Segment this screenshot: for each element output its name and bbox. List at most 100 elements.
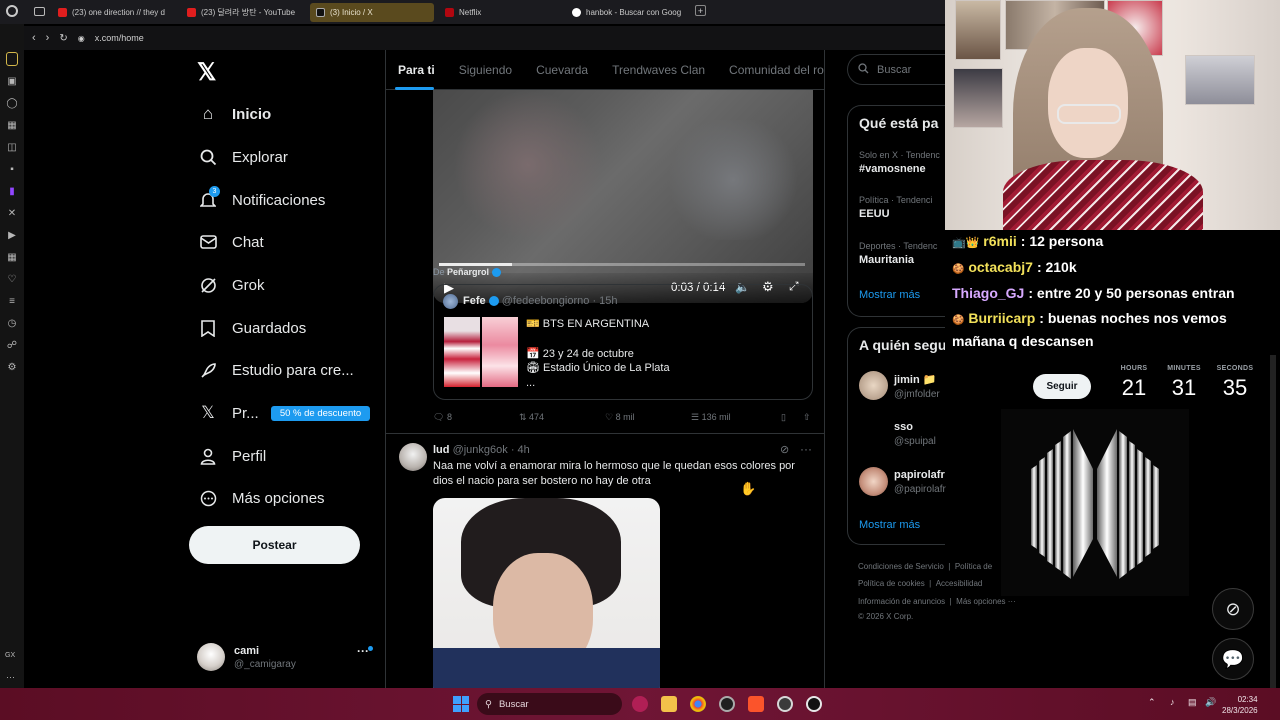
source-name[interactable]: Peñargrol [447, 267, 489, 277]
pin-icon[interactable]: ≡ [6, 294, 18, 308]
crypto-wallet-icon[interactable]: ◫ [6, 140, 18, 154]
taskbar-search[interactable]: ⚲ Buscar [477, 693, 622, 715]
tab-cuevarda[interactable]: Cuevarda [536, 63, 588, 77]
twitch-icon[interactable]: ▮ [6, 184, 18, 198]
tweet-author-name[interactable]: lud [433, 444, 450, 456]
layers-icon[interactable]: ▦ [6, 118, 18, 132]
workspace-icon[interactable] [6, 52, 18, 66]
premium-discount-badge[interactable]: 50 % de descuento [271, 406, 370, 421]
quoted-tweet[interactable]: Fefe @fedeebongiorno · 15h 🎫 BTS EN ARGE… [433, 284, 813, 400]
footer-link[interactable]: Condiciones de Servicio [858, 562, 944, 571]
nav-item-profile[interactable]: Perfil [198, 442, 266, 470]
tab-comunidad[interactable]: Comunidad del rocke [729, 63, 824, 77]
tab-trendwaves-clan[interactable]: Trendwaves Clan [612, 63, 705, 77]
footer-link[interactable]: Política de cookies [858, 579, 925, 588]
x-logo-icon[interactable]: 𝕏 [197, 58, 216, 87]
file-explorer-icon[interactable] [661, 696, 677, 712]
nav-item-creator-studio[interactable]: Estudio para cre... [198, 356, 354, 384]
aria-icon[interactable]: ◯ [6, 96, 18, 110]
views-stat[interactable]: ☰ 136 mil [691, 412, 781, 423]
reply-button[interactable]: 🗨 8 [433, 412, 519, 423]
avatar[interactable] [399, 443, 427, 471]
tweet-image[interactable] [433, 498, 660, 688]
x-icon[interactable]: ✕ [6, 206, 18, 220]
microphone-icon[interactable]: ♪ [1170, 697, 1175, 707]
gamepad-icon[interactable]: ▣ [6, 74, 18, 88]
opera-logo-icon[interactable] [6, 5, 18, 17]
new-tab-button[interactable]: + [695, 5, 706, 16]
brave-icon[interactable] [748, 696, 764, 712]
volume-icon[interactable]: 🔊 [1205, 697, 1216, 708]
browser-tab[interactable]: (23) one direction // they d [52, 3, 176, 22]
grok-icon[interactable]: ⊘ [780, 443, 789, 456]
app-icon[interactable] [777, 696, 793, 712]
scrollbar-track[interactable] [1270, 355, 1276, 688]
follow-name[interactable]: jimin 📁 [894, 373, 940, 386]
trend-item[interactable]: Deportes · Tendenc Mauritania [859, 241, 937, 266]
nav-item-explore[interactable]: Explorar [198, 143, 288, 171]
account-more-icon[interactable]: ··· [357, 644, 369, 658]
repost-button[interactable]: ⇅ 474 [519, 412, 605, 423]
browser-tab[interactable]: hanbok - Buscar con Goog [566, 3, 690, 22]
nav-item-grok[interactable]: Grok [198, 271, 265, 299]
obs-icon[interactable] [719, 696, 735, 712]
music-icon[interactable]: ▪ [6, 162, 18, 176]
trend-item[interactable]: Política · Tendenci EEUU [859, 195, 932, 220]
tab-overview-icon[interactable] [34, 7, 45, 16]
account-switcher[interactable]: cami @_camigaray [197, 639, 377, 675]
tab-para-ti[interactable]: Para ti [398, 63, 435, 77]
start-icon[interactable] [453, 696, 469, 712]
search-input[interactable]: Buscar [847, 54, 945, 85]
grok-floating-icon[interactable]: ⊘ [1212, 588, 1254, 630]
nav-item-home[interactable]: ⌂ Inicio [198, 100, 271, 128]
apps-icon[interactable]: ▦ [6, 250, 18, 264]
tweet-author-handle[interactable]: @junkg6ok [453, 444, 508, 456]
post-button[interactable]: Postear [189, 526, 360, 564]
footer-link[interactable]: Accesibilidad [936, 579, 983, 588]
tweet-more-icon[interactable]: ··· [800, 442, 812, 456]
follow-button[interactable]: Seguir [1033, 374, 1091, 399]
back-icon[interactable]: ‹ [32, 32, 36, 44]
settings-icon[interactable]: ⚙ [6, 360, 18, 374]
system-clock[interactable]: 02:34 28/3/2026 [1222, 694, 1258, 716]
trend-item[interactable]: Solo en X · Tendenc #vamosnene [859, 150, 940, 175]
reload-icon[interactable]: ↻ [59, 33, 67, 44]
footer-link[interactable]: Información de anuncios [858, 597, 945, 606]
extensions-icon[interactable]: ☍ [6, 338, 18, 352]
nav-item-bookmarks[interactable]: Guardados [198, 314, 306, 342]
url-field[interactable]: x.com/home [95, 33, 144, 43]
bookmark-icon[interactable]: ▯ [781, 412, 803, 423]
chat-bubble-icon[interactable]: 💬 [1212, 638, 1254, 680]
heart-icon[interactable]: ♡ [6, 272, 18, 286]
follow-show-more[interactable]: Mostrar más [859, 519, 920, 531]
browser-tab-active[interactable]: (3) Inicio / X [310, 3, 434, 22]
player-icon[interactable]: ▶ [6, 228, 18, 242]
browser-tab[interactable]: (23) 달려라 방탄 - YouTube [181, 3, 305, 22]
quote-image[interactable] [444, 317, 480, 387]
nav-item-more[interactable]: Más opciones [198, 484, 325, 512]
tab-siguiendo[interactable]: Siguiendo [459, 63, 512, 77]
avatar[interactable] [859, 467, 888, 496]
footer-link[interactable]: Política de [955, 562, 992, 571]
chrome-icon[interactable] [690, 696, 706, 712]
browser-tab[interactable]: Netflix [439, 3, 563, 22]
wifi-icon[interactable]: ▤ [1188, 697, 1197, 708]
follow-name[interactable]: sso [894, 421, 936, 433]
history-icon[interactable]: ◷ [6, 316, 18, 330]
nav-item-chat[interactable]: Chat [198, 228, 264, 256]
avatar[interactable] [859, 371, 888, 400]
follow-name[interactable]: papirolafr [894, 469, 946, 481]
gx-icon[interactable]: GX [5, 652, 15, 659]
nav-item-premium[interactable]: 𝕏 Pr... [198, 399, 259, 427]
app-icon[interactable] [806, 696, 822, 712]
share-icon[interactable]: ⇧ [803, 412, 811, 423]
forward-icon[interactable]: › [46, 32, 50, 44]
footer-link[interactable]: Más opciones ··· [956, 597, 1016, 606]
tray-chevron-icon[interactable]: ⌃ [1148, 697, 1156, 708]
quote-image[interactable] [482, 317, 518, 387]
copilot-icon[interactable] [632, 696, 648, 712]
more-icon[interactable]: ··· [6, 672, 15, 682]
tweet[interactable]: lud @junkg6ok · 4h ⊘ ··· Naa me volví a … [386, 433, 824, 688]
like-button[interactable]: ♡ 8 mil [605, 412, 691, 423]
trends-show-more[interactable]: Mostrar más [859, 289, 920, 301]
